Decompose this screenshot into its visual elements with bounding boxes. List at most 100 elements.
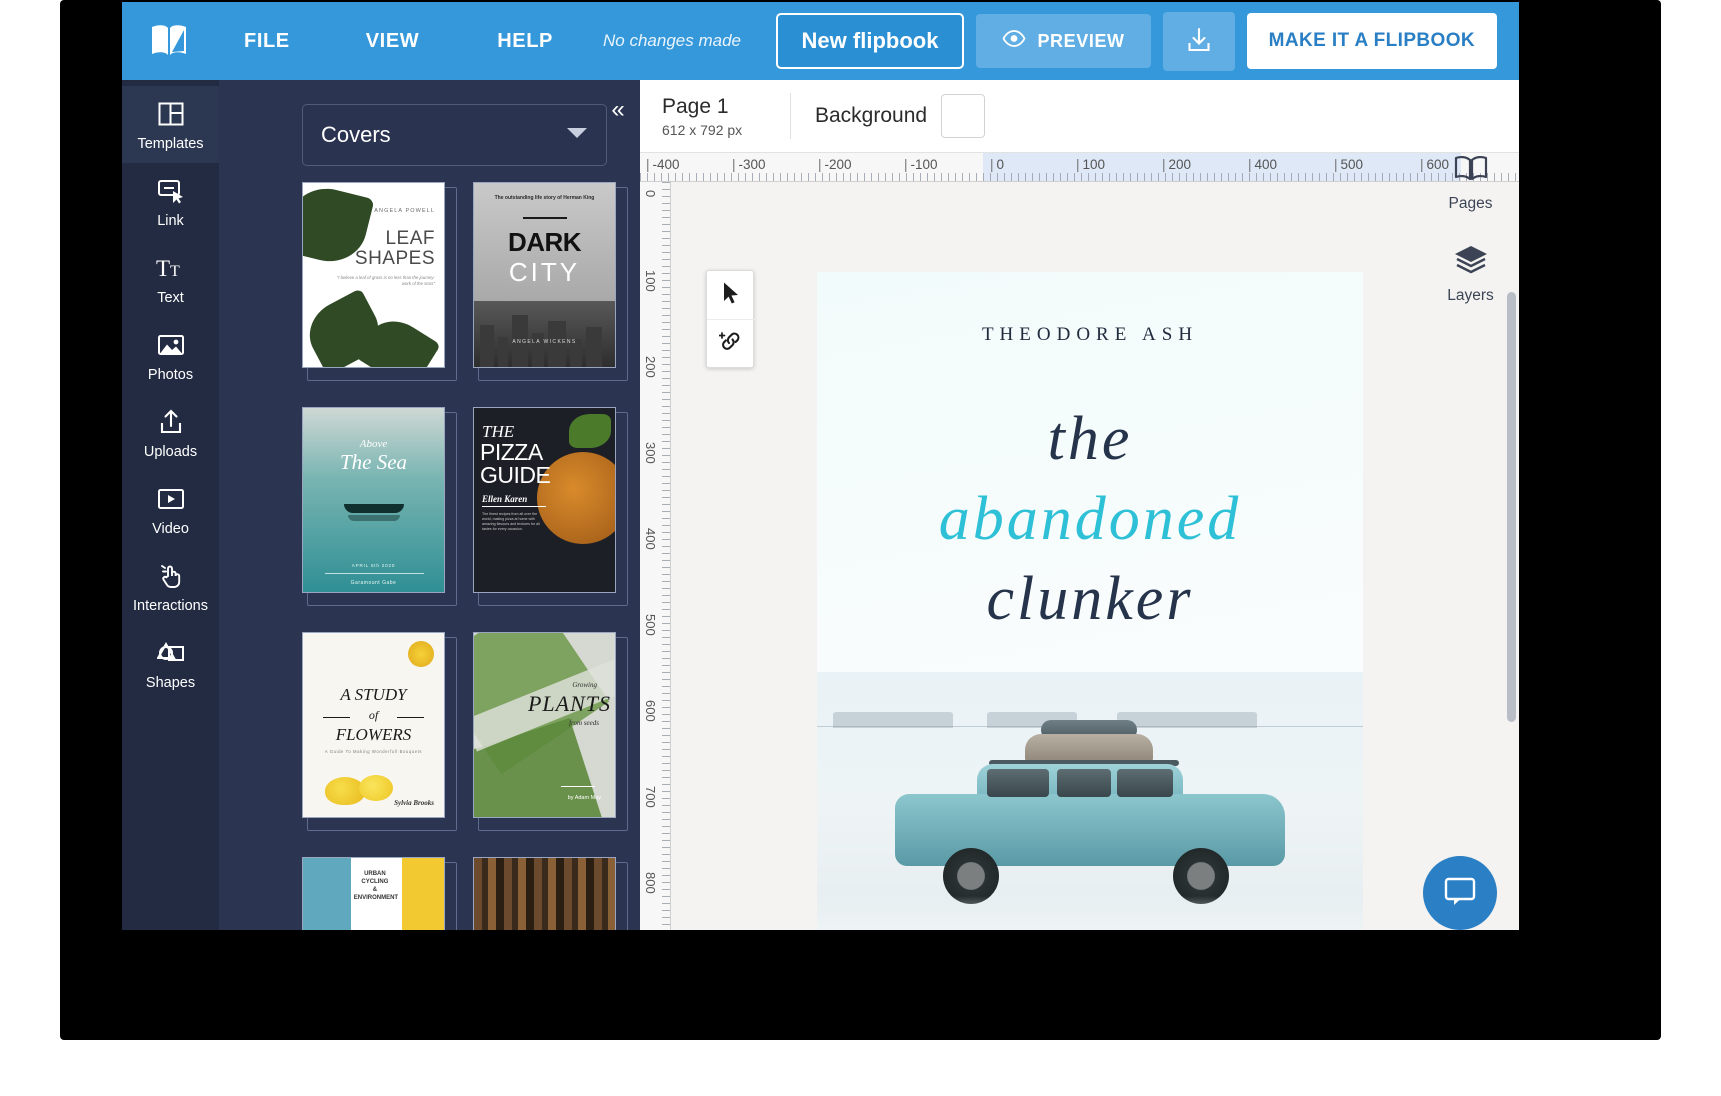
- select-arrow-tool[interactable]: [707, 271, 755, 319]
- template-author: Sylvia Brooks: [394, 799, 434, 807]
- template-title-line2: CITY: [474, 257, 615, 288]
- cover-title-line2[interactable]: abandoned: [817, 484, 1363, 555]
- page-dimensions: 612 x 792 px: [662, 122, 782, 138]
- menu-help[interactable]: HELP: [495, 24, 555, 59]
- template-author: by Adam May: [568, 795, 601, 801]
- device-frame: FILE VIEW HELP No changes made New flipb…: [60, 0, 1661, 1040]
- right-rail-item-pages[interactable]: Pages: [1422, 154, 1519, 213]
- new-flipbook-button[interactable]: New flipbook: [776, 13, 965, 69]
- canvas-header: Page 1 612 x 792 px Background: [640, 80, 1519, 153]
- layers-stack-icon: [1453, 244, 1489, 279]
- cover-author-text[interactable]: THEODORE ASH: [817, 324, 1363, 346]
- sidebar-item-shapes[interactable]: Shapes: [122, 625, 219, 702]
- sidebar-item-photos[interactable]: Photos: [122, 317, 219, 394]
- right-rail-label-layers: Layers: [1447, 287, 1494, 305]
- template-title-line1: LEAF: [385, 228, 435, 249]
- canvas-vertical-scrollbar[interactable]: [1507, 292, 1516, 722]
- chat-bubble-button[interactable]: [1423, 856, 1497, 930]
- text-tt-icon: T T: [156, 253, 186, 283]
- horizontal-ruler[interactable]: -400 -300 -200 -100 0 100 200 400 500 60…: [640, 153, 1519, 182]
- templates-panel: « Covers ANGELA POWELL LEAFSHAPES "I bel…: [219, 80, 640, 930]
- car-window: [987, 769, 1049, 797]
- template-title-line1: URBAN CYCLING: [361, 871, 388, 885]
- template-card-study-of-flowers[interactable]: A STUDY of FLOWERS A Guide To Making Won…: [302, 632, 450, 824]
- cover-title-line3[interactable]: clunker: [817, 564, 1363, 635]
- add-link-tool[interactable]: [707, 319, 755, 367]
- template-title-line2: &: [373, 887, 377, 893]
- preview-button[interactable]: PREVIEW: [976, 14, 1150, 68]
- cover-photo[interactable]: [817, 672, 1363, 930]
- download-button[interactable]: [1163, 12, 1235, 71]
- flipbook-logo-icon[interactable]: [148, 21, 190, 61]
- background-color-swatch[interactable]: [941, 94, 985, 138]
- sidebar-item-uploads[interactable]: Uploads: [122, 394, 219, 471]
- sidebar-item-text[interactable]: T T Text: [122, 240, 219, 317]
- car-window: [1057, 769, 1111, 797]
- ruler-tick: 300: [643, 442, 658, 464]
- template-title-line3: FLOWERS: [303, 725, 444, 745]
- left-tool-rail: Templates Link T T: [122, 80, 219, 930]
- vertical-ruler[interactable]: 0 100 200 300 400 500 600 700 800: [640, 182, 671, 930]
- template-card-above-the-sea[interactable]: Above The Sea APRIL 5th 2020 Garamount G…: [302, 407, 450, 599]
- template-title-line2: SHAPES: [355, 248, 435, 269]
- sidebar-item-link[interactable]: Link: [122, 163, 219, 240]
- shapes-icon: [156, 638, 186, 668]
- treeline: [833, 712, 953, 728]
- canvas-viewport[interactable]: THEODORE ASH the abandoned clunker: [671, 182, 1519, 930]
- ruler-tick: 700: [643, 786, 658, 808]
- template-date: APRIL 5th 2020: [303, 563, 444, 568]
- template-title-line1: Growing: [572, 681, 597, 689]
- chevron-down-icon: [566, 126, 588, 145]
- ruler-tick: 600: [643, 700, 658, 722]
- chat-bubble-icon: [1443, 875, 1477, 912]
- template-author: ANGELA WICKENS: [474, 339, 615, 345]
- cursor-arrow-icon: [721, 281, 741, 310]
- top-toolbar: FILE VIEW HELP No changes made New flipb…: [122, 2, 1519, 80]
- template-body: The finest recipes from all over the wor…: [482, 512, 544, 532]
- grid-layout-icon: [156, 99, 186, 129]
- sidebar-item-interactions[interactable]: Interactions: [122, 548, 219, 625]
- open-book-icon: [1453, 154, 1489, 187]
- template-card-leaf-shapes[interactable]: ANGELA POWELL LEAFSHAPES "I believe a le…: [302, 182, 450, 374]
- template-kicker: The outstanding life story of Herman Kin…: [474, 195, 615, 202]
- ruler-tick: -100: [904, 157, 938, 172]
- sidebar-item-templates[interactable]: Templates: [122, 86, 219, 163]
- ruler-tick: 400: [643, 528, 658, 550]
- template-subtitle: "I believe a leaf of grass is no less th…: [335, 275, 435, 287]
- page-info: Page 1 612 x 792 px: [662, 95, 782, 138]
- template-author: Garamount Gabe: [303, 580, 444, 586]
- snow-foreground: [817, 896, 1363, 930]
- cover-title-line1[interactable]: the: [817, 404, 1363, 475]
- menu-file[interactable]: FILE: [242, 24, 292, 59]
- template-card-living-in-new[interactable]: LIVING IN NEW: [473, 857, 621, 930]
- sidebar-item-video[interactable]: Video: [122, 471, 219, 548]
- template-title-line1: Above: [303, 438, 444, 450]
- template-category-label: Covers: [321, 122, 391, 148]
- template-card-growing-plants[interactable]: Growing PLANTS from seeds by Adam May: [473, 632, 621, 824]
- download-icon: [1185, 26, 1213, 57]
- sidebar-label-link: Link: [157, 213, 184, 229]
- ruler-tick: 100: [643, 270, 658, 292]
- ruler-tick: 500: [643, 614, 658, 636]
- ruler-tick: 200: [643, 356, 658, 378]
- template-title-line3: GUIDE: [480, 462, 550, 489]
- add-link-icon: [719, 330, 743, 357]
- template-card-pizza-guide[interactable]: THE PIZZA GUIDE Ellen Karen The finest r…: [473, 407, 621, 599]
- template-card-dark-city[interactable]: The outstanding life story of Herman Kin…: [473, 182, 621, 374]
- template-category-select[interactable]: Covers: [302, 104, 607, 166]
- template-card-urban-cycling[interactable]: URBAN CYCLING & ENVIRONMENT: [302, 857, 450, 930]
- right-rail-item-layers[interactable]: Layers: [1422, 244, 1519, 305]
- ruler-minor-ticks: [640, 173, 1519, 181]
- page-canvas[interactable]: THEODORE ASH the abandoned clunker: [817, 272, 1363, 930]
- ruler-tick: -400: [646, 157, 680, 172]
- make-it-a-flipbook-button[interactable]: MAKE IT A FLIPBOOK: [1247, 13, 1497, 69]
- background-label: Background: [815, 104, 927, 128]
- sidebar-label-video: Video: [152, 521, 189, 537]
- cover-subtitle[interactable]: A SHORT STORY: [817, 929, 1363, 930]
- sidebar-label-uploads: Uploads: [144, 444, 197, 460]
- template-title-line1: DARK: [474, 227, 615, 258]
- menu-view[interactable]: VIEW: [364, 24, 422, 59]
- sidebar-label-shapes: Shapes: [146, 675, 195, 691]
- preview-label: PREVIEW: [1037, 31, 1124, 52]
- ruler-tick: 800: [643, 872, 658, 894]
